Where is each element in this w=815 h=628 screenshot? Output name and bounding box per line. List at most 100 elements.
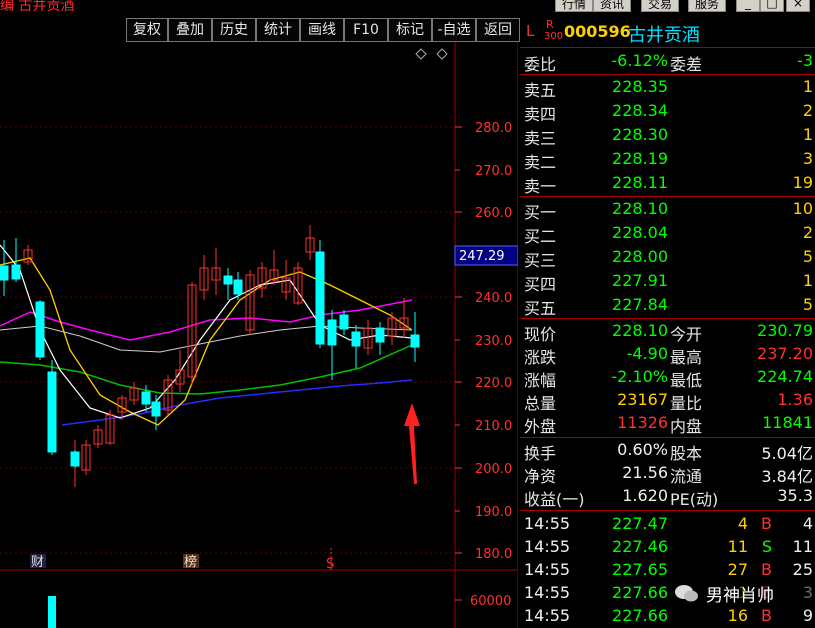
- f10-button[interactable]: F10: [344, 18, 388, 42]
- tick-price: 227.46: [612, 537, 668, 556]
- stat-label: 内盘: [670, 417, 703, 436]
- mark-button[interactable]: 标记: [388, 18, 432, 42]
- window-title: 编 古井贡酒: [0, 0, 75, 14]
- watchlist-button[interactable]: -自选: [432, 18, 476, 42]
- separator: [520, 318, 815, 319]
- stat-label: 涨跌: [524, 348, 557, 367]
- sell-label: 卖四: [524, 105, 557, 124]
- separator: [520, 196, 815, 197]
- cai-marker[interactable]: 财: [31, 555, 44, 570]
- candles: [0, 225, 420, 487]
- buy-2-row[interactable]: 买二 228.04 2: [520, 223, 815, 246]
- close-icon[interactable]: ×: [786, 0, 810, 12]
- sell-1-row[interactable]: 卖一 228.11 19: [520, 173, 815, 196]
- weibi-label: 委比: [524, 55, 557, 74]
- tick-bs: B: [761, 560, 772, 579]
- axis-label-210: 210.0: [475, 419, 512, 434]
- buy-label: 买一: [524, 203, 557, 222]
- sell-4-row[interactable]: 卖四 228.34 2: [520, 101, 815, 124]
- kline-chart[interactable]: 280.0 270.0 260.0 240.0 230.0 220.0 210.…: [0, 42, 518, 628]
- stat-value: 1.620: [622, 486, 668, 505]
- current-price-text: 247.29: [459, 249, 505, 264]
- tick-time: 14:55: [524, 514, 571, 533]
- sell-3-row[interactable]: 卖三 228.30 1: [520, 125, 815, 148]
- buy-label: 买五: [524, 299, 557, 318]
- tick-bs: B: [761, 606, 772, 625]
- top-button-hangqing[interactable]: 行情: [555, 0, 594, 12]
- stat-value: -2.10%: [611, 367, 668, 386]
- r-badge: R: [546, 18, 554, 31]
- stats-button[interactable]: 统计: [256, 18, 300, 42]
- red-arrow-icon: [404, 403, 420, 484]
- buy-3-row[interactable]: 买三 228.00 5: [520, 247, 815, 270]
- axis-label-200: 200.0: [475, 462, 512, 477]
- buy-price: 227.91: [612, 271, 668, 290]
- stat-row: 涨跌 -4.90 最高 237.20: [520, 344, 815, 367]
- history-button[interactable]: 历史: [212, 18, 256, 42]
- stat-label: 换手: [524, 444, 557, 463]
- bang-marker[interactable]: 榜: [184, 554, 197, 570]
- sell-vol: 1: [802, 77, 813, 96]
- fuquan-button[interactable]: 复权: [126, 18, 168, 42]
- maximize-icon[interactable]: □: [760, 0, 784, 12]
- tick-price: 227.65: [612, 560, 668, 579]
- stat-value: 0.60%: [617, 440, 668, 459]
- diamond-icon-2[interactable]: [436, 48, 448, 60]
- sell-label: 卖三: [524, 129, 557, 148]
- tick-bs: S: [761, 537, 772, 556]
- stat-value: 224.74: [757, 367, 813, 386]
- diamond-icon[interactable]: [415, 48, 427, 60]
- overlay-button[interactable]: 叠加: [168, 18, 212, 42]
- tick-vol: 16: [727, 606, 748, 625]
- stat-value: 21.56: [622, 463, 668, 482]
- sell-price: 228.34: [612, 101, 668, 120]
- stat-value: 228.10: [612, 321, 668, 340]
- sell-vol: 3: [802, 149, 813, 168]
- tick-time: 14:55: [524, 560, 571, 579]
- r-sub-badge: 300: [544, 31, 564, 42]
- stat-value: 1.36: [777, 390, 813, 409]
- axis-label-240: 240.0: [475, 291, 512, 306]
- stat-value: 5.04亿: [761, 444, 813, 463]
- separator: [520, 47, 815, 48]
- stat-label: 净资: [524, 467, 557, 486]
- top-button-fuwu[interactable]: 服务: [688, 0, 727, 12]
- buy-label: 买三: [524, 251, 557, 270]
- s-marker[interactable]: S: [326, 557, 334, 572]
- sell-5-row[interactable]: 卖五 228.35 1: [520, 77, 815, 100]
- top-button-jiaoyi[interactable]: 交易: [641, 0, 680, 12]
- sell-label: 卖五: [524, 81, 557, 100]
- buy-price: 228.00: [612, 247, 668, 266]
- buy-4-row[interactable]: 买四 227.91 1: [520, 271, 815, 294]
- stock-name: 古井贡酒: [628, 25, 700, 46]
- buy-vol: 5: [802, 295, 813, 314]
- sell-label: 卖二: [524, 153, 557, 172]
- draw-line-button[interactable]: 画线: [300, 18, 344, 42]
- weicha-value: -3: [797, 51, 813, 70]
- stat-value: 11326: [617, 413, 668, 432]
- buy-price: 228.04: [612, 223, 668, 242]
- tick-num: 25: [792, 560, 813, 579]
- tick-time: 14:55: [524, 583, 571, 602]
- buy-1-row[interactable]: 买一 228.10 10: [520, 199, 815, 222]
- stat-label: 量比: [670, 394, 703, 413]
- buy-vol: 10: [792, 199, 813, 218]
- stat-value: 35.3: [777, 486, 813, 505]
- stat-value: 237.20: [757, 344, 813, 363]
- stat-label: 现价: [524, 325, 557, 344]
- buy-vol: 1: [802, 271, 813, 290]
- stat-value: 3.84亿: [761, 467, 813, 486]
- back-button[interactable]: 返回: [476, 18, 520, 42]
- tick-bs: B: [761, 514, 772, 533]
- buy-5-row[interactable]: 买五 227.84 5: [520, 295, 815, 318]
- sell-price: 228.35: [612, 77, 668, 96]
- weibi-value: -6.12%: [611, 51, 668, 70]
- wechat-icon: [675, 585, 698, 602]
- sell-label: 卖一: [524, 177, 557, 196]
- sell-vol: 19: [792, 173, 813, 192]
- tick-row: 14:55 227.66 16 B 9: [520, 606, 815, 628]
- sell-2-row[interactable]: 卖二 228.19 3: [520, 149, 815, 172]
- top-button-zixun[interactable]: 资讯: [593, 0, 632, 12]
- stat-value: 230.79: [757, 321, 813, 340]
- minimize-icon[interactable]: _: [736, 0, 760, 12]
